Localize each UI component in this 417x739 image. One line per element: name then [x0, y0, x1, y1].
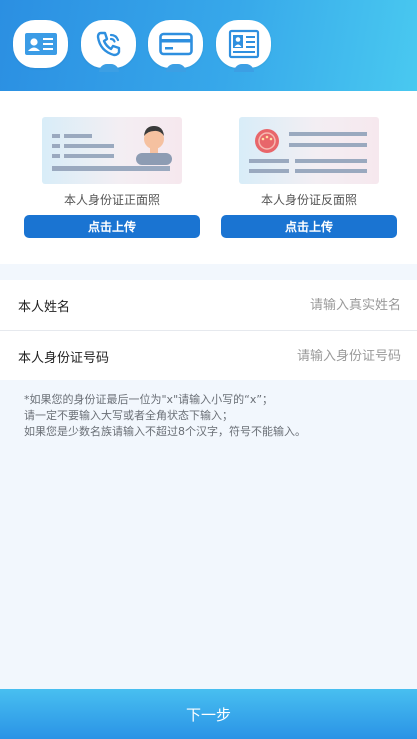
header-steps-bar [0, 0, 417, 91]
id-back-upload-button[interactable]: 点击上传 [221, 215, 397, 238]
phone-icon [96, 31, 120, 57]
id-number-label: 本人身份证号码 [18, 350, 110, 366]
bank-card-icon [158, 32, 193, 56]
id-number-input[interactable] [201, 348, 401, 364]
step-phone[interactable] [81, 20, 136, 72]
id-card-back-illustration-icon [249, 129, 367, 173]
next-step-button[interactable]: 下一步 [0, 689, 417, 739]
id-front-upload: 本人身份证正面照 点击上传 [24, 117, 200, 238]
id-card-icon [24, 33, 57, 55]
page: 本人身份证正面照 点击上传 本人身份证反面照 点击上传 本人姓名 请输入真实姓名… [0, 0, 417, 739]
note-line: 如果您是少数名族请输入不超过8个汉字，符号不能输入。 [24, 425, 306, 438]
id-card-front-illustration-icon [52, 126, 172, 171]
id-number-row: 本人身份证号码 [0, 330, 417, 381]
id-front-upload-button[interactable]: 点击上传 [24, 215, 200, 238]
step-profile-document[interactable] [216, 20, 271, 72]
id-front-card-illustration[interactable] [42, 117, 182, 184]
step-bank-card[interactable] [148, 20, 203, 72]
id-upload-section: 本人身份证正面照 点击上传 本人身份证反面照 点击上传 [0, 91, 417, 264]
id-back-card-illustration[interactable] [239, 117, 379, 184]
name-label: 本人姓名 [18, 299, 71, 315]
step-id-card[interactable] [13, 20, 68, 68]
name-input[interactable] [201, 297, 401, 313]
note-line: *如果您的身份证最后一位为"x"请输入小写的“x”； [24, 393, 274, 406]
input-notes: *如果您的身份证最后一位为"x"请输入小写的“x”； 请一定不要输入大写或者全角… [24, 392, 404, 440]
id-back-caption: 本人身份证反面照 [260, 193, 357, 207]
note-line: 请一定不要输入大写或者全角状态下输入； [24, 409, 233, 422]
identity-form: 本人姓名 本人身份证号码 [0, 280, 417, 380]
profile-document-icon [228, 29, 259, 59]
id-front-caption: 本人身份证正面照 [63, 193, 160, 207]
id-back-upload: 本人身份证反面照 点击上传 [221, 117, 397, 238]
name-row: 本人姓名 [0, 280, 417, 330]
